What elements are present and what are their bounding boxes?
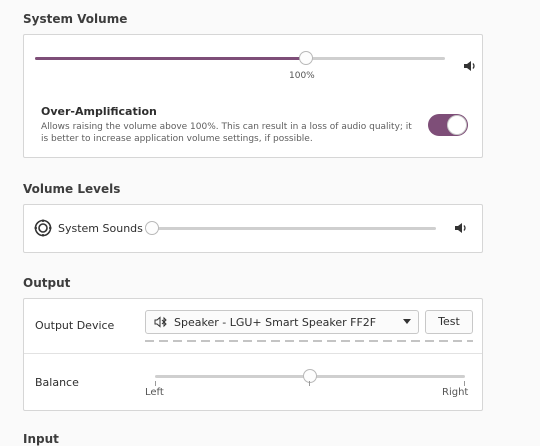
speaker-icon bbox=[455, 223, 466, 233]
system-sounds-label: System Sounds bbox=[58, 222, 143, 235]
system-volume-slider[interactable] bbox=[35, 51, 445, 65]
over-amplification-title: Over-Amplification bbox=[41, 105, 157, 118]
system-sounds-slider[interactable] bbox=[145, 221, 436, 235]
output-heading: Output bbox=[23, 276, 71, 290]
system-sounds-slider-knob[interactable] bbox=[145, 221, 159, 235]
balance-slider-knob[interactable] bbox=[303, 369, 317, 383]
level-meter bbox=[145, 340, 473, 342]
chevron-down-icon bbox=[403, 319, 411, 324]
system-volume-panel: 100% Over-Amplification Allows raising t… bbox=[23, 34, 483, 158]
input-heading: Input bbox=[23, 432, 59, 446]
test-button[interactable]: Test bbox=[425, 310, 473, 334]
balance-right-label: Right bbox=[442, 387, 469, 398]
over-amplification-description: Allows raising the volume above 100%. Th… bbox=[41, 122, 412, 144]
output-device-value: Speaker - LGU+ Smart Speaker FF2F bbox=[174, 316, 377, 329]
balance-tick-center bbox=[309, 381, 310, 386]
over-amplification-toggle-knob bbox=[447, 115, 467, 135]
over-amplification-toggle[interactable] bbox=[428, 114, 468, 136]
output-panel: Output Device Speaker - LGU+ Smart Speak… bbox=[23, 298, 483, 411]
bluetooth-icon bbox=[154, 316, 167, 328]
volume-levels-heading: Volume Levels bbox=[23, 182, 121, 196]
system-volume-slider-fill bbox=[35, 57, 306, 60]
system-sounds-icon bbox=[34, 219, 52, 237]
system-volume-heading: System Volume bbox=[23, 12, 128, 26]
volume-levels-panel: System Sounds bbox=[23, 204, 483, 253]
speaker-icon bbox=[464, 61, 475, 71]
output-device-dropdown[interactable]: Speaker - LGU+ Smart Speaker FF2F bbox=[145, 310, 419, 334]
balance-tick-left bbox=[155, 381, 156, 386]
balance-slider[interactable] bbox=[155, 369, 465, 383]
balance-tick-right bbox=[464, 381, 465, 386]
balance-left-label: Left bbox=[145, 387, 164, 398]
system-volume-value: 100% bbox=[289, 71, 315, 81]
output-device-label: Output Device bbox=[35, 319, 115, 332]
system-volume-slider-knob[interactable] bbox=[299, 51, 313, 65]
divider bbox=[24, 353, 482, 354]
balance-label: Balance bbox=[35, 376, 79, 389]
